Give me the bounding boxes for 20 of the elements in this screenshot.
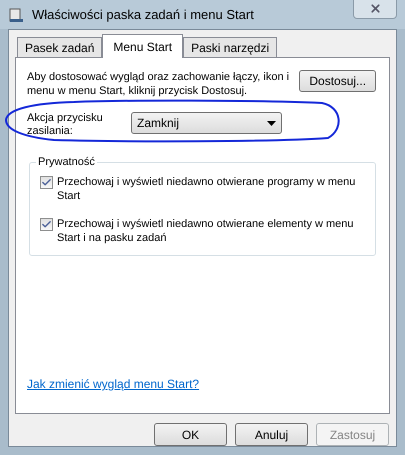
tab[interactable]: Menu Start: [102, 34, 184, 58]
power-action-dropdown[interactable]: Zamknij: [131, 112, 282, 134]
group-title: Prywatność: [36, 155, 97, 169]
dialog-button[interactable]: Anuluj: [235, 423, 308, 446]
dialog-button[interactable]: OK: [154, 423, 227, 446]
customize-button[interactable]: Dostosuj...: [299, 70, 376, 92]
tab[interactable]: Paski narzędzi: [183, 37, 278, 57]
close-icon: [368, 2, 382, 15]
window-title: Właściwości paska zadań i menu Start: [32, 6, 255, 24]
checkbox[interactable]: [40, 218, 53, 231]
checkbox[interactable]: [40, 176, 53, 189]
close-button[interactable]: [353, 0, 397, 18]
tab[interactable]: Pasek zadań: [17, 37, 102, 57]
checkbox-label: Przechowaj i wyświetl niedawno otwierane elementy w menu Start i na pasku zadań: [57, 217, 355, 245]
power-action-label: Akcja przycisku zasilania:: [27, 112, 104, 138]
dropdown-arrow-icon: [267, 120, 276, 126]
description-text: Aby dostosować wygląd oraz zachowanie łączy, ikon i menu w menu Start, kliknij przycisk Dostosuj.: [27, 70, 290, 98]
window-icon: [8, 6, 24, 22]
checkbox-label: Przechowaj i wyświetl niedawno otwierane programy w menu Start: [57, 175, 356, 203]
help-link[interactable]: Jak zmienić wygląd menu Start?: [27, 375, 200, 393]
